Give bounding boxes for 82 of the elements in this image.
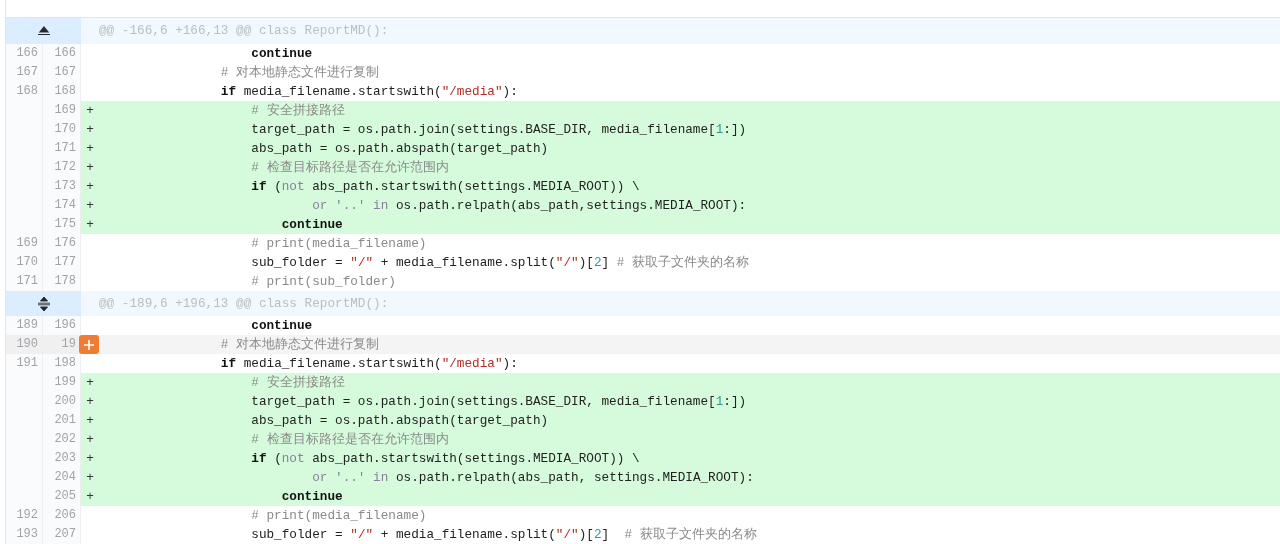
code-line: sub_folder = "/" + media_filename.split("/")[2] # 获取子文件夹的名称 [250,526,757,544]
line-number: 172 [54,160,76,174]
code-line: or '..' in os.path.relpath(abs_path, settings.MEDIA_ROOT): [311,469,754,487]
added-line-marker: + [86,122,94,137]
line-number: 166 [54,46,76,60]
line-number: 173 [54,179,76,193]
line-number: 171 [54,141,76,155]
added-line-marker: + [86,160,94,175]
added-line-marker: + [86,451,94,466]
code-line: # 检查目标路径是否在允许范围内 [250,431,449,449]
line-number: 192 [6,506,43,525]
added-line-marker: + [86,489,94,504]
added-line-marker: + [86,179,94,194]
added-line-marker: + [86,103,94,118]
line-number: 19 [61,337,76,351]
expand-up-icon[interactable] [36,26,51,36]
plus-icon [83,338,95,351]
line-number: 196 [54,318,76,332]
line-number: 170 [54,122,76,136]
code-line: # 对本地静态文件进行复制 [219,336,380,354]
code-line: continue [250,317,313,335]
line-number: 191 [6,354,43,373]
added-line-marker: + [86,470,94,485]
line-number: 168 [6,82,43,101]
code-line: if media_filename.startswith("/media"): [219,355,518,373]
line-number: 169 [54,103,76,117]
code-line: target_path = os.path.join(settings.BASE_DIR, media_filename[1:]) [250,393,747,411]
expand-bar[interactable] [6,291,81,316]
hunk-header: @@ -189,6 +196,13 @@ class ReportMD(): [99,296,389,311]
code-line: continue [280,488,343,506]
line-number: 203 [54,451,76,465]
line-number: 199 [54,375,76,389]
code-line: # print(media_filename) [250,507,427,525]
line-number: 176 [54,236,76,250]
line-number: 205 [54,489,76,503]
line-number: 177 [54,255,76,269]
code-line: # 检查目标路径是否在允许范围内 [250,159,449,177]
code-line: continue [280,216,343,234]
line-number: 200 [54,394,76,408]
line-number: 206 [54,508,76,522]
code-line: or '..' in os.path.relpath(abs_path,settings.MEDIA_ROOT): [311,197,747,215]
line-number: 193 [6,525,43,544]
line-number: 178 [54,274,76,288]
code-line: target_path = os.path.join(settings.BASE_DIR, media_filename[1:]) [250,121,747,139]
line-number: 201 [54,413,76,427]
line-number: 204 [54,470,76,484]
added-line-marker: + [86,394,94,409]
line-number: 198 [54,356,76,370]
code-line: # print(sub_folder) [250,273,396,291]
hunk-header: @@ -166,6 +166,13 @@ class ReportMD(): [99,23,389,38]
code-line: abs_path = os.path.abspath(target_path) [250,412,549,430]
expand-icon[interactable] [36,295,51,312]
added-line-marker: + [86,432,94,447]
code-line: # 对本地静态文件进行复制 [219,64,380,82]
line-number: 168 [54,84,76,98]
line-number: 169 [6,234,43,253]
code-line: # print(media_filename) [250,235,427,253]
line-number: 167 [6,63,43,82]
added-line-marker: + [86,375,94,390]
code-line: if media_filename.startswith("/media"): [219,83,518,101]
line-number: 202 [54,432,76,446]
added-line-marker: + [86,217,94,232]
expand-bar[interactable] [6,18,81,44]
added-line-marker: + [86,141,94,156]
line-number: 175 [54,217,76,231]
code-line: # 安全拼接路径 [250,102,345,120]
line-number: 174 [54,198,76,212]
line-number: 166 [6,44,43,63]
line-number: 207 [54,527,76,541]
line-number: 170 [6,253,43,272]
code-line: abs_path = os.path.abspath(target_path) [250,140,549,158]
added-line-marker: + [86,413,94,428]
line-number: 167 [54,65,76,79]
code-line: continue [250,45,313,63]
line-number: 189 [6,316,43,335]
code-line: sub_folder = "/" + media_filename.split("/")[2] # 获取子文件夹的名称 [250,254,749,272]
code-line: # 安全拼接路径 [250,374,345,392]
added-line-marker: + [86,198,94,213]
code-line: if (not abs_path.startswith(settings.MEDIA_ROOT)) \ [250,450,640,468]
code-line: if (not abs_path.startswith(settings.MEDIA_ROOT)) \ [250,178,640,196]
line-number: 171 [6,272,43,291]
line-number: 190 [6,335,43,354]
